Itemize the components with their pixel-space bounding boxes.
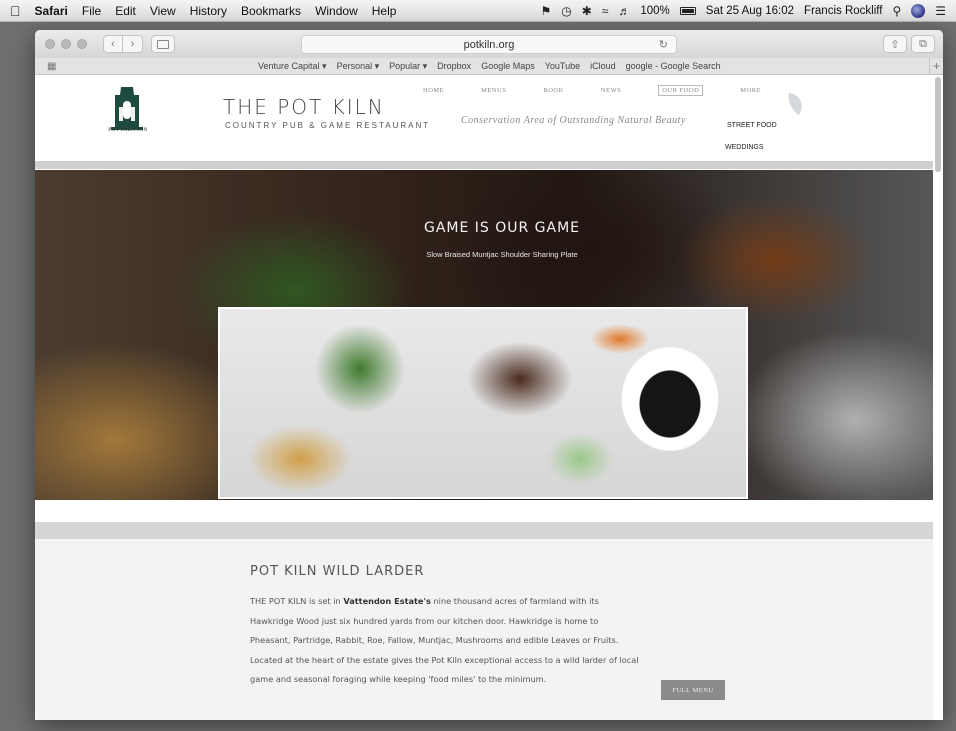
site-strapline: Conservation Area of Outstanding Natural… bbox=[461, 115, 686, 126]
close-window-button[interactable] bbox=[45, 39, 55, 49]
favorites-bar: ▦ Venture Capital ▾ Personal ▾ Popular ▾… bbox=[35, 58, 943, 75]
dropdown-weddings[interactable]: WEDDINGS bbox=[721, 137, 777, 159]
share-button[interactable]: ⇧ bbox=[883, 35, 907, 53]
menu-help[interactable]: Help bbox=[372, 4, 397, 18]
hero-subtitle: Slow Braised Muntjac Shoulder Sharing Pl… bbox=[426, 250, 578, 259]
fav-popular[interactable]: Popular ▾ bbox=[389, 61, 427, 72]
forward-button[interactable]: › bbox=[123, 35, 143, 53]
hero-food-photo bbox=[218, 307, 748, 499]
battery-percent: 100% bbox=[640, 4, 670, 17]
menubar-app-name[interactable]: Safari bbox=[35, 4, 68, 18]
web-page: POT KILN INN THE POT KILN COUNTRY PUB & … bbox=[35, 75, 943, 720]
minimize-window-button[interactable] bbox=[61, 39, 71, 49]
volume-icon[interactable]: ♬ bbox=[618, 4, 630, 18]
new-tab-button[interactable]: + bbox=[929, 58, 943, 74]
body-rest: nine thousand acres of farmland with its… bbox=[250, 596, 639, 684]
wifi-icon[interactable]: ≈ bbox=[602, 4, 609, 18]
header-divider bbox=[35, 161, 933, 169]
fav-personal[interactable]: Personal ▾ bbox=[337, 61, 380, 72]
section-title: POT KILN WILD LARDER bbox=[250, 564, 425, 579]
menu-window[interactable]: Window bbox=[315, 4, 358, 18]
address-url: potkiln.org bbox=[463, 38, 515, 51]
body-bold: Vattendon Estate's bbox=[343, 596, 431, 606]
chevron-left-icon: ‹ bbox=[111, 38, 115, 50]
tabs-icon: ⧉ bbox=[919, 37, 927, 50]
fav-dropbox[interactable]: Dropbox bbox=[437, 61, 471, 72]
logo-text: POT KILN INN bbox=[108, 127, 148, 133]
apple-icon[interactable]:  bbox=[10, 3, 21, 19]
notification-center-icon[interactable]: ☰ bbox=[935, 4, 946, 18]
nav-news[interactable]: NEWS bbox=[601, 87, 621, 96]
fav-icloud[interactable]: iCloud bbox=[590, 61, 616, 72]
time-machine-icon[interactable]: ◷ bbox=[561, 4, 571, 18]
menu-history[interactable]: History bbox=[190, 4, 227, 18]
nav-more[interactable]: MORE bbox=[740, 87, 761, 96]
zoom-window-button[interactable] bbox=[77, 39, 87, 49]
siri-icon[interactable] bbox=[911, 3, 926, 18]
menu-bookmarks[interactable]: Bookmarks bbox=[241, 4, 301, 18]
browser-toolbar: ‹ › potkiln.org ↻ ⇧ ⧉ bbox=[35, 30, 943, 58]
history-nav: ‹ › bbox=[103, 35, 143, 53]
section-divider bbox=[35, 522, 933, 539]
hero-banner: GAME IS OUR GAME Slow Braised Muntjac Sh… bbox=[35, 170, 933, 500]
fav-venture-capital[interactable]: Venture Capital ▾ bbox=[258, 61, 327, 72]
fav-google-search[interactable]: google - Google Search bbox=[626, 61, 721, 72]
flag-icon[interactable]: ⚑ bbox=[540, 4, 551, 18]
site-header: POT KILN INN THE POT KILN COUNTRY PUB & … bbox=[35, 75, 933, 161]
body-intro: THE POT KILN is set in bbox=[250, 596, 344, 606]
reload-icon[interactable]: ↻ bbox=[659, 38, 668, 51]
macos-menubar:  Safari File Edit View History Bookmark… bbox=[0, 0, 956, 22]
menu-file[interactable]: File bbox=[82, 4, 101, 18]
section-body: THE POT KILN is set in Vattendon Estate'… bbox=[250, 592, 640, 690]
back-button[interactable]: ‹ bbox=[103, 35, 123, 53]
chevron-right-icon: › bbox=[130, 38, 135, 50]
nav-menus[interactable]: MENUS bbox=[481, 87, 506, 96]
hero-bottom-strip bbox=[35, 500, 933, 522]
wild-larder-section: POT KILN WILD LARDER THE POT KILN is set… bbox=[35, 539, 933, 720]
sidebar-icon bbox=[157, 39, 169, 49]
menu-edit[interactable]: Edit bbox=[115, 4, 136, 18]
nav-book[interactable]: BOOK bbox=[543, 87, 563, 96]
share-icon: ⇧ bbox=[890, 38, 900, 51]
grid-icon[interactable]: ▦ bbox=[47, 61, 56, 72]
battery-icon[interactable] bbox=[679, 6, 696, 15]
full-menu-button[interactable]: FULL MENU bbox=[661, 680, 725, 700]
menubar-clock[interactable]: Sat 25 Aug 16:02 bbox=[706, 5, 794, 17]
address-bar[interactable]: potkiln.org ↻ bbox=[301, 35, 677, 54]
more-dropdown: STREET FOOD WEDDINGS bbox=[721, 115, 777, 159]
sidebar-toggle-button[interactable] bbox=[151, 35, 175, 53]
window-controls bbox=[35, 39, 87, 49]
bluetooth-icon[interactable]: ✱ bbox=[582, 4, 592, 18]
hero-title: GAME IS OUR GAME bbox=[423, 220, 581, 236]
safari-window: ‹ › potkiln.org ↻ ⇧ ⧉ ▦ Venture Capital … bbox=[35, 30, 943, 720]
tab-overview-button[interactable]: ⧉ bbox=[911, 35, 935, 53]
nav-home[interactable]: HOME bbox=[423, 87, 444, 96]
page-scrollbar[interactable] bbox=[935, 77, 941, 172]
leaf-icon bbox=[788, 93, 802, 115]
fav-youtube[interactable]: YouTube bbox=[545, 61, 580, 72]
site-nav: HOME MENUS BOOK NEWS OUR FOOD MORE bbox=[423, 85, 798, 96]
dropdown-street-food[interactable]: STREET FOOD bbox=[721, 115, 777, 137]
menu-view[interactable]: View bbox=[150, 4, 176, 18]
site-title[interactable]: THE POT KILN bbox=[223, 95, 385, 119]
site-tagline: COUNTRY PUB & GAME RESTAURANT bbox=[225, 121, 431, 130]
nav-our-food[interactable]: OUR FOOD bbox=[658, 85, 704, 96]
search-icon[interactable]: ⚲ bbox=[892, 4, 901, 18]
menubar-user[interactable]: Francis Rockliff bbox=[804, 5, 882, 17]
fav-google-maps[interactable]: Google Maps bbox=[481, 61, 535, 72]
